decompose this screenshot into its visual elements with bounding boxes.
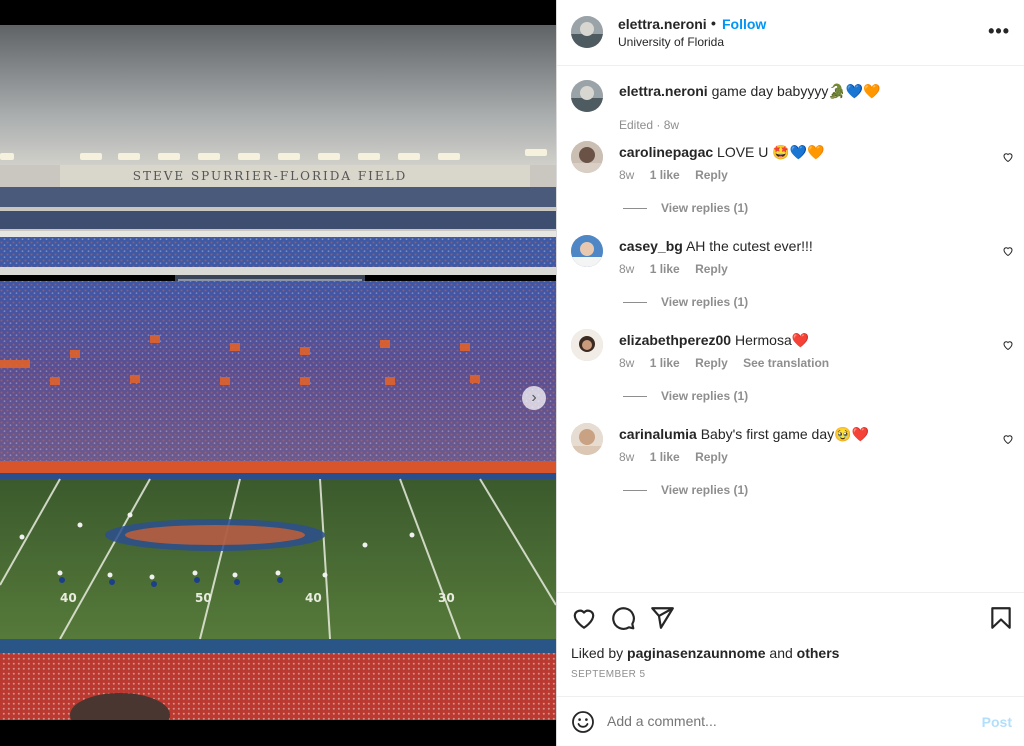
- comment-body: LOVE U 🤩💙🧡: [717, 144, 825, 160]
- comment-item: casey_bg AH the cutest ever!!! 8w 1 like…: [557, 235, 1024, 325]
- post-button[interactable]: Post: [982, 714, 1012, 730]
- reply-button[interactable]: Reply: [695, 450, 728, 464]
- post-modal: STEVE SPURRIER-FLORIDA FIELD 40 50 40 30…: [0, 0, 1024, 746]
- comment-text: carolinepagac LOVE U 🤩💙🧡: [619, 144, 825, 161]
- likes-prefix: Liked by: [571, 645, 624, 661]
- share-icon[interactable]: [649, 605, 675, 631]
- follow-button[interactable]: Follow: [722, 16, 766, 32]
- comment-text: elizabethperez00 Hermosa❤️: [619, 332, 809, 349]
- heart-icon[interactable]: [1002, 433, 1014, 445]
- avatar[interactable]: [571, 423, 603, 455]
- caption-meta: Edited · 8w: [619, 118, 679, 132]
- avatar[interactable]: [571, 329, 603, 361]
- comment-username[interactable]: casey_bg: [619, 238, 683, 254]
- comment-likes[interactable]: 1 like: [650, 356, 680, 370]
- comment-likes[interactable]: 1 like: [650, 168, 680, 182]
- comment-username[interactable]: elizabethperez00: [619, 332, 731, 348]
- comment-meta: 8w 1 like Reply See translation: [619, 356, 841, 370]
- add-comment-bar: Post: [557, 696, 1024, 746]
- heart-icon[interactable]: [1002, 339, 1014, 351]
- view-replies-label[interactable]: View replies (1): [661, 201, 748, 215]
- svg-text:30: 30: [438, 591, 455, 605]
- comment-time[interactable]: 8w: [619, 262, 634, 276]
- view-replies-button[interactable]: View replies (1): [623, 201, 748, 215]
- svg-text:40: 40: [60, 591, 77, 605]
- post-header: elettra.neroni • Follow University of Fl…: [557, 0, 1024, 66]
- comment-username[interactable]: carolinepagac: [619, 144, 713, 160]
- separator-dot: •: [711, 15, 716, 31]
- avatar[interactable]: [571, 80, 603, 112]
- replies-line: [623, 207, 647, 209]
- next-arrow-icon[interactable]: ›: [522, 386, 546, 410]
- comment-icon[interactable]: [610, 605, 636, 631]
- heart-icon[interactable]: [1002, 151, 1014, 163]
- comment-meta: 8w 1 like Reply: [619, 450, 740, 464]
- comment-body: Hermosa❤️: [734, 332, 810, 348]
- likes-summary: Liked by paginasenzaunnome and others: [571, 645, 839, 661]
- replies-line: [623, 301, 647, 303]
- view-replies-label[interactable]: View replies (1): [661, 389, 748, 403]
- emoji-icon[interactable]: [571, 710, 595, 734]
- comment-likes[interactable]: 1 like: [650, 262, 680, 276]
- bookmark-icon[interactable]: [988, 605, 1014, 631]
- comments-list[interactable]: elettra.neroni game day babyyyy🐊💙🧡 Edite…: [557, 66, 1024, 592]
- post-photo[interactable]: STEVE SPURRIER-FLORIDA FIELD 40 50 40 30…: [0, 25, 556, 720]
- caption-body: game day babyyyy🐊💙🧡: [711, 83, 881, 99]
- view-replies-label[interactable]: View replies (1): [661, 483, 748, 497]
- comment-meta: 8w 1 like Reply: [619, 262, 740, 276]
- comment-body: AH the cutest ever!!!: [685, 238, 813, 254]
- likes-others[interactable]: others: [797, 645, 840, 661]
- avatar[interactable]: [571, 16, 603, 48]
- post-date[interactable]: SEPTEMBER 5: [571, 669, 645, 680]
- comment-item: carinalumia Baby's first game day🥹❤️ 8w …: [557, 423, 1024, 513]
- comment-text: casey_bg AH the cutest ever!!!: [619, 238, 813, 254]
- comment-meta: 8w 1 like Reply: [619, 168, 740, 182]
- reply-button[interactable]: Reply: [695, 356, 728, 370]
- comment-time[interactable]: 8w: [619, 450, 634, 464]
- caption-time[interactable]: 8w: [664, 118, 679, 132]
- comment-item: elizabethperez00 Hermosa❤️ 8w 1 like Rep…: [557, 329, 1024, 419]
- comment-username[interactable]: carinalumia: [619, 426, 697, 442]
- comment-likes[interactable]: 1 like: [650, 450, 680, 464]
- meta-dot: ·: [656, 118, 661, 132]
- reply-button[interactable]: Reply: [695, 168, 728, 182]
- comment-time[interactable]: 8w: [619, 356, 634, 370]
- edited-label: Edited: [619, 118, 654, 132]
- avatar[interactable]: [571, 141, 603, 173]
- avatar[interactable]: [571, 235, 603, 267]
- post-username[interactable]: elettra.neroni: [618, 16, 707, 32]
- svg-text:50: 50: [195, 591, 212, 605]
- comment-body: Baby's first game day🥹❤️: [700, 426, 869, 442]
- heart-icon[interactable]: [571, 605, 597, 631]
- comment-time[interactable]: 8w: [619, 168, 634, 182]
- post-location[interactable]: University of Florida: [618, 35, 724, 49]
- view-replies-label[interactable]: View replies (1): [661, 295, 748, 309]
- caption-username[interactable]: elettra.neroni: [619, 83, 708, 99]
- view-replies-button[interactable]: View replies (1): [623, 295, 748, 309]
- likes-user[interactable]: paginasenzaunnome: [627, 645, 765, 661]
- reply-button[interactable]: Reply: [695, 262, 728, 276]
- see-translation-button[interactable]: See translation: [743, 356, 829, 370]
- view-replies-button[interactable]: View replies (1): [623, 483, 748, 497]
- svg-text:40: 40: [305, 591, 322, 605]
- comment-input[interactable]: [607, 713, 967, 729]
- photo-pane: STEVE SPURRIER-FLORIDA FIELD 40 50 40 30…: [0, 0, 556, 746]
- more-options-icon[interactable]: •••: [988, 22, 1010, 40]
- likes-and: and: [769, 645, 793, 661]
- view-replies-button[interactable]: View replies (1): [623, 389, 748, 403]
- replies-line: [623, 395, 647, 397]
- post-actions: Liked by paginasenzaunnome and others SE…: [557, 592, 1024, 696]
- caption-text: elettra.neroni game day babyyyy🐊💙🧡: [619, 83, 881, 100]
- heart-icon[interactable]: [1002, 245, 1014, 257]
- comment-text: carinalumia Baby's first game day🥹❤️: [619, 426, 869, 443]
- stadium-sign: STEVE SPURRIER-FLORIDA FIELD: [133, 169, 408, 183]
- replies-line: [623, 489, 647, 491]
- post-sidebar: elettra.neroni • Follow University of Fl…: [556, 0, 1024, 746]
- comment-item: carolinepagac LOVE U 🤩💙🧡 8w 1 like Reply…: [557, 141, 1024, 231]
